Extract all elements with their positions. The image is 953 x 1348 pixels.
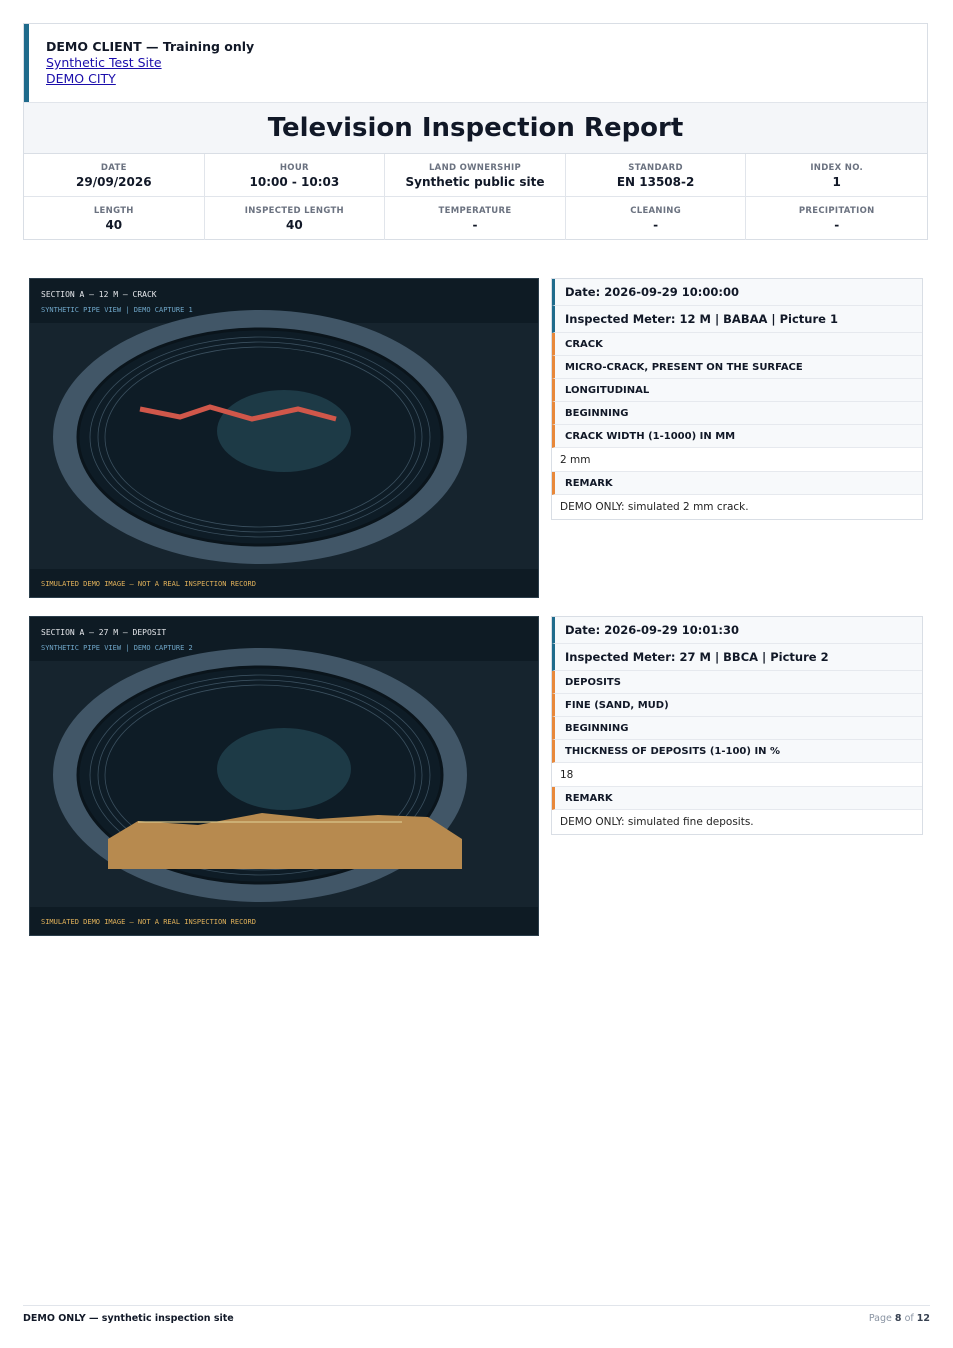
observation-value: 18 [552, 763, 922, 787]
observation-code: DEPOSITS [552, 671, 922, 694]
observation-code: THICKNESS OF DEPOSITS (1-100) IN % [552, 740, 922, 763]
image-caption-sub: SYNTHETIC PIPE VIEW | DEMO CAPTURE 2 [41, 644, 193, 652]
site-link[interactable]: Synthetic Test Site [46, 55, 927, 71]
meta-value: - [472, 218, 478, 232]
meta-index: INDEX NO. 1 [746, 154, 927, 197]
image-caption-bottom: SIMULATED DEMO IMAGE – NOT A REAL INSPEC… [41, 580, 256, 588]
observation-code: FINE (SAND, MUD) [552, 694, 922, 717]
observation-meter: Inspected Meter: 27 M | BBCA | Picture 2 [552, 644, 922, 671]
page-indicator: Page 8 of 12 [869, 1313, 930, 1324]
observation-remark: DEMO ONLY: simulated fine deposits. [560, 816, 754, 828]
client-info: DEMO CLIENT — Training only Synthetic Te… [24, 24, 927, 102]
meta-cleaning: CLEANING - [566, 197, 747, 240]
report-page: DEMO CLIENT — Training only Synthetic Te… [0, 0, 953, 1348]
page-total: 12 [916, 1313, 930, 1324]
pipe-far-end [217, 390, 351, 472]
observation-code: BEGINNING [552, 402, 922, 425]
meta-label: STANDARD [628, 163, 683, 173]
meta-standard: STANDARD EN 13508-2 [565, 154, 747, 197]
observation-code: CRACK WIDTH (1-1000) IN MM [552, 425, 922, 448]
observation-code: LONGITUDINAL [552, 379, 922, 402]
meta-value: EN 13508-2 [616, 175, 695, 189]
observation-code: BEGINNING [552, 717, 922, 740]
pipe-view-image: SECTION A – 12 M – CRACK SYNTHETIC PIPE … [30, 279, 538, 597]
observation-code: MICRO-CRACK, PRESENT ON THE SURFACE [552, 356, 922, 379]
meta-value: Synthetic public site [405, 175, 545, 189]
image-caption-sub: SYNTHETIC PIPE VIEW | DEMO CAPTURE 1 [41, 306, 193, 314]
image-caption-top: SECTION A – 27 M – DEPOSIT [41, 628, 166, 637]
observation-code: CRACK [552, 333, 922, 356]
meta-label: INSPECTED LENGTH [244, 206, 344, 216]
meta-label: CLEANING [630, 206, 681, 216]
meta-value: 29/09/2026 [76, 175, 152, 189]
observation-date: Date: 2026-09-29 10:01:30 [552, 617, 922, 644]
observation-details-1: Date: 2026-09-29 10:00:00 Inspected Mete… [551, 278, 923, 520]
observation-date: Date: 2026-09-29 10:00:00 [552, 279, 922, 306]
pipe-view-image: SECTION A – 27 M – DEPOSIT SYNTHETIC PIP… [30, 617, 538, 935]
meta-label: DATE [100, 163, 127, 173]
meta-value: 10:00 - 10:03 [249, 175, 340, 189]
footer-divider [23, 1305, 930, 1306]
observation-remark: DEMO ONLY: simulated 2 mm crack. [560, 501, 749, 513]
pipe-far-end [217, 728, 351, 810]
city-link[interactable]: DEMO CITY [46, 71, 927, 87]
report-title: Television Inspection Report [267, 113, 684, 143]
page-prefix: Page [868, 1313, 892, 1324]
observation-meter: Inspected Meter: 12 M | BABAA | Picture … [552, 306, 922, 333]
meta-value: 40 [286, 218, 303, 232]
meta-grid: DATE 29/09/2026 HOUR 10:00 - 10:03 LAND OW… [24, 154, 927, 240]
meta-length: LENGTH 40 [24, 197, 205, 240]
observation-details-2: Date: 2026-09-29 10:01:30 Inspected Mete… [551, 616, 923, 835]
meta-value: 1 [832, 175, 841, 189]
image-caption-top: SECTION A – 12 M – CRACK [41, 290, 157, 299]
meta-label: LAND OWNERSHIP [428, 163, 521, 173]
page-current: 8 [894, 1313, 902, 1324]
meta-value: 40 [105, 218, 123, 232]
meta-label: LENGTH [93, 206, 134, 216]
meta-hour: HOUR 10:00 - 10:03 [204, 154, 386, 197]
meta-value: - [653, 218, 659, 232]
report-header: DEMO CLIENT — Training only Synthetic Te… [23, 23, 928, 240]
meta-land-ownership: LAND OWNERSHIP Synthetic public site [385, 154, 566, 197]
meta-label: PRECIPITATION [798, 206, 875, 216]
meta-inspected-length: INSPECTED LENGTH 40 [205, 197, 386, 240]
client-name: DEMO CLIENT — Training only [46, 39, 255, 54]
image-caption-bottom: SIMULATED DEMO IMAGE – NOT A REAL INSPEC… [41, 918, 256, 926]
footer-note: DEMO ONLY — synthetic inspection site [23, 1313, 234, 1324]
meta-label: TEMPERATURE [438, 206, 512, 216]
meta-date: DATE 29/09/2026 [24, 154, 205, 197]
meta-precipitation: PRECIPITATION - [746, 197, 927, 240]
observation-code: REMARK [552, 472, 922, 495]
meta-value: - [834, 218, 840, 232]
meta-label: INDEX NO. [810, 163, 864, 173]
page-of: of [904, 1313, 914, 1324]
inspection-image-2[interactable]: SECTION A – 27 M – DEPOSIT SYNTHETIC PIP… [29, 616, 539, 936]
title-band: Television Inspection Report [24, 102, 927, 154]
meta-temperature: TEMPERATURE - [385, 197, 566, 240]
observation-value: 2 mm [552, 448, 922, 472]
meta-label: HOUR [279, 163, 309, 173]
inspection-image-1[interactable]: SECTION A – 12 M – CRACK SYNTHETIC PIPE … [29, 278, 539, 598]
observation-code: REMARK [552, 787, 922, 810]
